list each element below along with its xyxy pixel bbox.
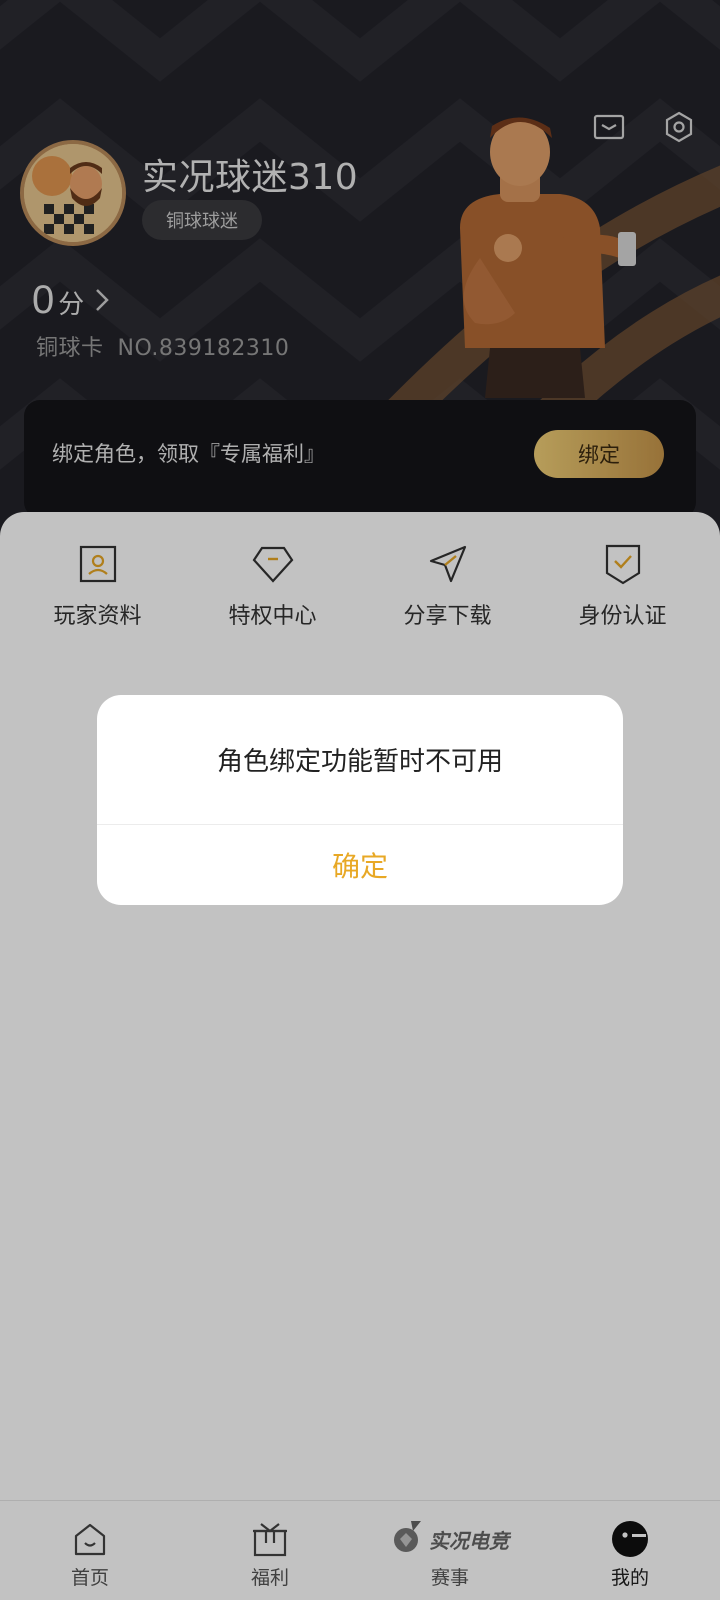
dialog-confirm-button[interactable]: 确定: [97, 825, 623, 905]
dialog-message: 角色绑定功能暂时不可用: [97, 695, 623, 825]
alert-dialog: 角色绑定功能暂时不可用 确定: [97, 695, 623, 905]
